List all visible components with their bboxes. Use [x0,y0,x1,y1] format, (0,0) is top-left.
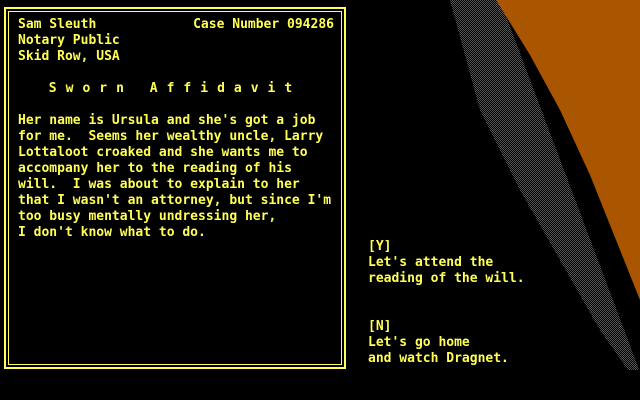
affidavit-panel: Sam Sleuth Notary Public Skid Row, USA C… [4,7,346,369]
narrative-line: that I wasn't an attorney, but since I'm [18,193,332,208]
choice-no-key: [N] [368,319,392,334]
narrative-line: for me. Seems her wealthy uncle, Larry [18,129,324,144]
narrative-line: too busy mentally undressing her, [18,209,277,224]
notary-location: Skid Row, USA [18,49,120,64]
affidavit-title: Sworn Affidavit [48,81,302,96]
narrative-line: I don't know what to do. [18,225,206,240]
notary-name: Sam Sleuth [18,17,97,32]
affidavit-narrative: Her name is Ursula and she's got a job f… [18,113,344,241]
choice-no-line-2: and watch Dragnet. [368,351,509,366]
narrative-line: will. I was about to explain to her [18,177,300,192]
narrative-line: Lottaloot croaked and she wants me to [18,145,308,160]
choice-no-line-1: Let's go home [368,335,470,350]
game-screen: Sam Sleuth Notary Public Skid Row, USA C… [0,0,640,400]
choice-no-option[interactable]: [N] Let's go home and watch Dragnet. [368,319,568,367]
notary-title: Notary Public [18,33,120,48]
narrative-line: accompany her to the reading of his [18,161,292,176]
choice-yes-line-2: reading of the will. [368,271,525,286]
choice-yes-line-1: Let's attend the [368,255,494,270]
choice-yes-option[interactable]: [Y] Let's attend the reading of the will… [368,239,568,287]
narrative-line: Her name is Ursula and she's got a job [18,113,316,128]
case-number: Case Number 094286 [193,17,334,32]
choice-yes-key: [Y] [368,239,392,254]
